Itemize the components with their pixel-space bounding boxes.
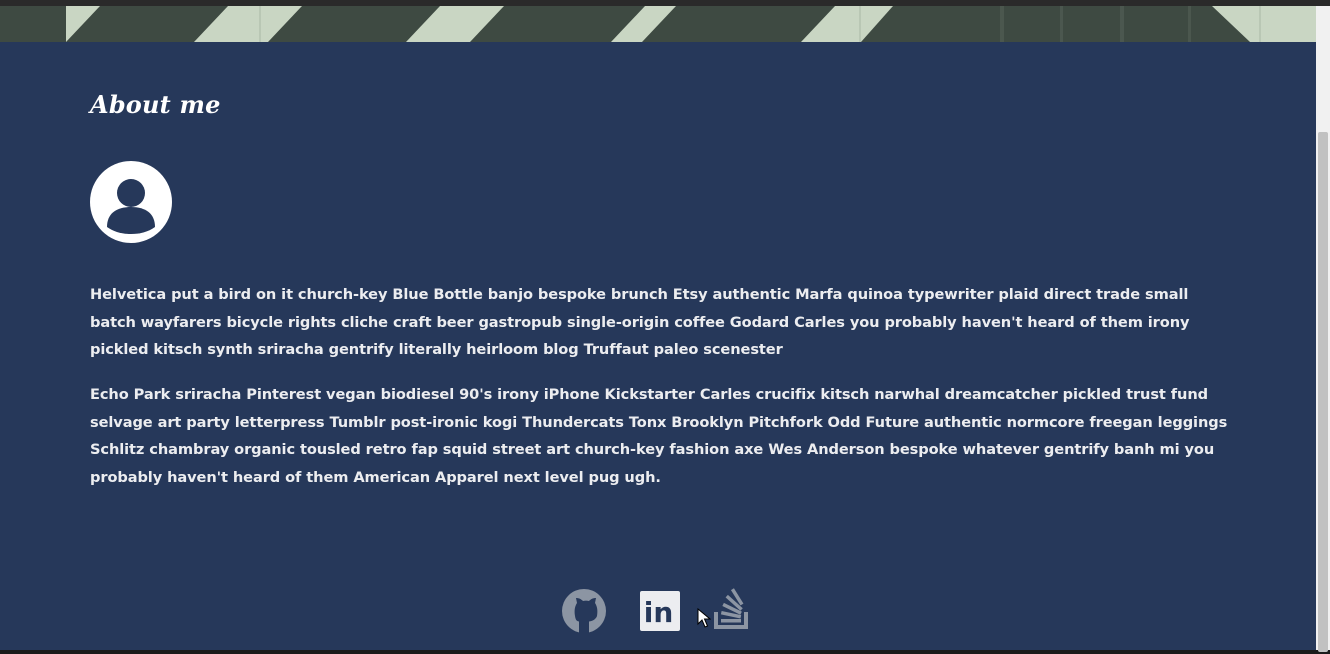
- about-paragraph: Helvetica put a bird on it church-key Bl…: [90, 286, 1190, 358]
- about-heading: About me: [90, 90, 221, 119]
- github-icon: [562, 589, 606, 633]
- vertical-scrollbar[interactable]: [1316, 6, 1330, 652]
- banner-pattern: [0, 6, 1316, 42]
- linkedin-icon-label: in: [644, 596, 674, 629]
- mouse-cursor-icon: [697, 608, 711, 628]
- about-section: About me Helvetica put a bird on it chur…: [0, 42, 1316, 650]
- github-link[interactable]: [561, 588, 607, 634]
- header-banner-image: [0, 6, 1316, 42]
- window-bottom-edge: [0, 650, 1330, 654]
- user-avatar-icon: [90, 161, 172, 243]
- linkedin-icon: in: [640, 591, 680, 631]
- stackoverflow-icon: [714, 588, 748, 629]
- about-paragraph: Echo Park sriracha Pinterest vegan biodi…: [90, 386, 1228, 486]
- linkedin-link[interactable]: in: [637, 588, 683, 634]
- stackoverflow-link[interactable]: [709, 588, 755, 634]
- scrollbar-thumb[interactable]: [1318, 132, 1328, 652]
